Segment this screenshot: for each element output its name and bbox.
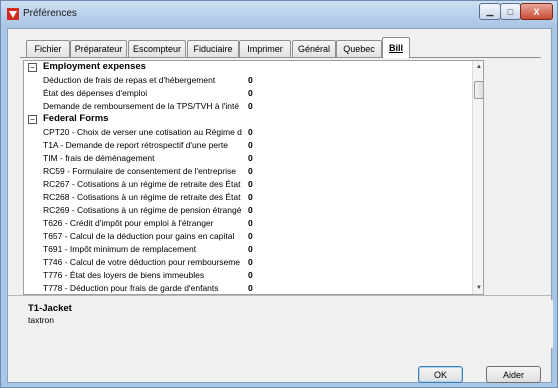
title-bar[interactable]: Préférences ▁ □ X <box>1 1 557 27</box>
property-row[interactable]: T778 - Déduction pour frais de garde d'e… <box>24 282 472 294</box>
scroll-up-arrow-icon[interactable]: ▲ <box>473 61 483 73</box>
tab-pr-parateur[interactable]: Préparateur <box>70 40 127 57</box>
property-value[interactable]: 0 <box>248 192 253 202</box>
tab-fichier[interactable]: Fichier <box>26 40 70 57</box>
description-text: taxtron <box>28 315 54 325</box>
property-label: T778 - Déduction pour frais de garde d'e… <box>43 283 219 293</box>
property-row[interactable]: État des dépenses d'emploi 0 <box>24 87 472 100</box>
property-label: RC268 - Cotisations à un régime de retra… <box>43 192 241 202</box>
property-row[interactable]: RC59 - Formulaire de consentement de l'e… <box>24 165 472 178</box>
scroll-thumb[interactable] <box>474 81 483 99</box>
property-label: TIM - frais de déménagement <box>43 153 155 163</box>
property-row[interactable]: RC267 - Cotisations à un régime de retra… <box>24 178 472 191</box>
ok-button[interactable]: OK <box>418 366 463 383</box>
property-value[interactable]: 0 <box>248 179 253 189</box>
description-panel: T1-Jacket taxtron <box>23 300 553 348</box>
property-label: État des dépenses d'emploi <box>43 88 148 98</box>
property-value[interactable]: 0 <box>248 127 253 137</box>
minimize-button[interactable]: ▁ <box>479 3 501 20</box>
tab-imprimer[interactable]: Imprimer <box>239 40 291 57</box>
property-value[interactable]: 0 <box>248 231 253 241</box>
property-value[interactable]: 0 <box>248 101 253 111</box>
property-label: T746 - Calcul de votre déduction pour re… <box>43 257 241 267</box>
category-row[interactable]: − Federal Forms <box>24 113 472 126</box>
tab-escompteur[interactable]: Escompteur <box>128 40 186 57</box>
property-rows: − Employment expenses Déduction de frais d… <box>24 61 472 294</box>
vertical-scrollbar[interactable]: ▲ ▼ <box>472 61 483 294</box>
property-row[interactable]: CPT20 - Choix de verser une cotisation a… <box>24 126 472 139</box>
property-value[interactable]: 0 <box>248 218 253 228</box>
property-value[interactable]: 0 <box>248 153 253 163</box>
tab-strip: Fichier Préparateur Escompteur Fiduciaire Im… <box>20 37 540 58</box>
tab-g-n-ral[interactable]: Général <box>292 40 336 57</box>
property-row[interactable]: T657 - Calcul de la déduction pour gains… <box>24 230 472 243</box>
maximize-icon: □ <box>507 6 514 17</box>
divider <box>8 295 551 296</box>
property-value[interactable]: 0 <box>248 244 253 254</box>
property-row[interactable]: RC268 - Cotisations à un régime de retra… <box>24 191 472 204</box>
property-label: CPT20 - Choix de verser une cotisation a… <box>43 127 242 137</box>
property-row[interactable]: TIM - frais de déménagement 0 <box>24 152 472 165</box>
close-icon: X <box>533 6 540 17</box>
property-label: T776 - État des loyers de biens immeuble… <box>43 270 205 280</box>
property-row[interactable]: Demande de remboursement de la TPS/TVH à… <box>24 100 472 113</box>
property-row[interactable]: T776 - État des loyers de biens immeuble… <box>24 269 472 282</box>
maximize-button[interactable]: □ <box>500 3 521 20</box>
tab-fiduciaire[interactable]: Fiduciaire <box>187 40 239 57</box>
property-value[interactable]: 0 <box>248 283 253 293</box>
property-label: Demande de remboursement de la TPS/TVH à… <box>43 101 240 111</box>
property-label: RC59 - Formulaire de consentement de l'e… <box>43 166 236 176</box>
collapse-toggle-icon[interactable]: − <box>28 115 37 124</box>
tab-quebec[interactable]: Quebec <box>336 40 382 57</box>
dialog-body: Fichier Préparateur Escompteur Fiduciaire Im… <box>7 28 553 383</box>
property-row[interactable]: T626 - Crédit d'impôt pour emploi à l'ét… <box>24 217 472 230</box>
description-title: T1-Jacket <box>28 303 72 314</box>
property-label: Déduction de frais de repas et d'héberge… <box>43 75 216 85</box>
scroll-down-arrow-icon[interactable]: ▼ <box>473 282 483 294</box>
close-button[interactable]: X <box>520 3 553 20</box>
property-grid: − Employment expenses Déduction de frais d… <box>23 60 484 295</box>
preferences-window: Préférences ▁ □ X Fichier Préparateur Esco… <box>0 0 558 388</box>
property-row[interactable]: T1A - Demande de report rétrospectif d'u… <box>24 139 472 152</box>
property-row[interactable]: T746 - Calcul de votre déduction pour re… <box>24 256 472 269</box>
property-value[interactable]: 0 <box>248 140 253 150</box>
property-label: T691 - Impôt minimum de remplacement <box>43 244 197 254</box>
help-button[interactable]: Aider <box>486 366 541 383</box>
tab-bill[interactable]: Bill <box>382 37 410 58</box>
property-value[interactable]: 0 <box>248 75 253 85</box>
property-value[interactable]: 0 <box>248 270 253 280</box>
property-label: T626 - Crédit d'impôt pour emploi à l'ét… <box>43 218 214 228</box>
category-row[interactable]: − Employment expenses <box>24 61 472 74</box>
app-icon <box>7 8 19 20</box>
category-label: Federal Forms <box>43 113 109 124</box>
property-value[interactable]: 0 <box>248 88 253 98</box>
minimize-icon: ▁ <box>486 6 494 16</box>
property-row[interactable]: Déduction de frais de repas et d'héberge… <box>24 74 472 87</box>
window-title: Préférences <box>23 8 77 19</box>
property-value[interactable]: 0 <box>248 205 253 215</box>
collapse-toggle-icon[interactable]: − <box>28 63 37 72</box>
tab-divider <box>20 57 541 58</box>
property-label: RC269 - Cotisations à un régime de pensi… <box>43 205 242 215</box>
property-label: T1A - Demande de report rétrospectif d'u… <box>43 140 228 150</box>
property-label: T657 - Calcul de la déduction pour gains… <box>43 231 235 241</box>
property-row[interactable]: T691 - Impôt minimum de remplacement 0 <box>24 243 472 256</box>
property-value[interactable]: 0 <box>248 257 253 267</box>
category-label: Employment expenses <box>43 61 146 72</box>
property-row[interactable]: RC269 - Cotisations à un régime de pensi… <box>24 204 472 217</box>
property-label: RC267 - Cotisations à un régime de retra… <box>43 179 241 189</box>
property-value[interactable]: 0 <box>248 166 253 176</box>
